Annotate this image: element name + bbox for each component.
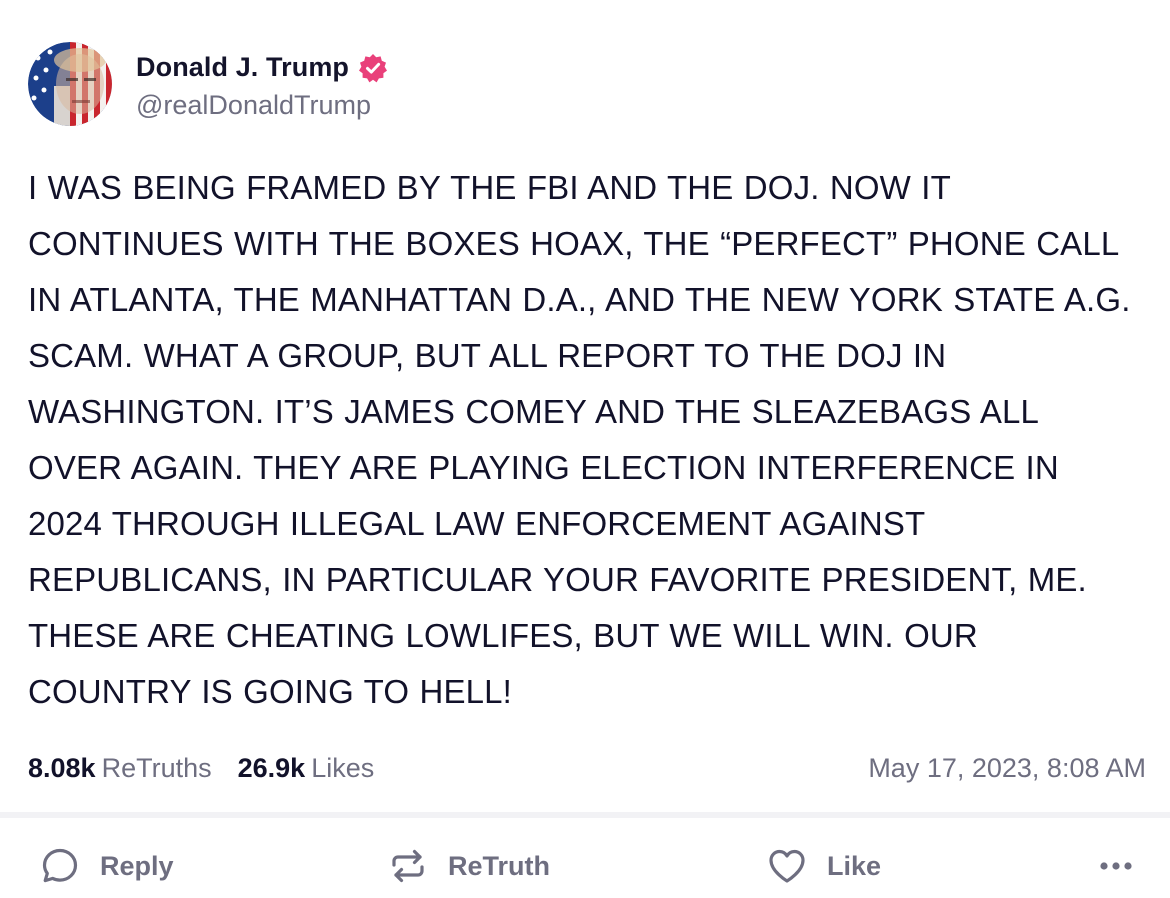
heart-icon [767, 846, 807, 886]
divider [0, 812, 1170, 818]
reply-label: Reply [100, 850, 174, 881]
more-options-button[interactable] [1096, 836, 1136, 896]
handle[interactable]: @realDonaldTrump [136, 90, 389, 121]
like-button[interactable]: Like [767, 836, 881, 896]
display-name-row: Donald J. Trump [136, 48, 389, 88]
reply-button[interactable]: Reply [40, 836, 174, 896]
retruths-label[interactable]: ReTruths [102, 753, 212, 784]
post-header: Donald J. Trump @realDonaldTrump [28, 42, 389, 126]
post-stats: 8.08k ReTruths 26.9k Likes [28, 748, 374, 788]
avatar[interactable] [28, 42, 112, 126]
truth-post: Donald J. Trump @realDonaldTrump I WAS B… [0, 0, 1170, 898]
avatar-image [28, 42, 112, 126]
post-text: I WAS BEING FRAMED BY THE FBI AND THE DO… [28, 169, 1131, 710]
verified-badge-icon [359, 53, 388, 82]
more-horizontal-icon [1096, 846, 1136, 886]
reply-icon [40, 846, 80, 886]
action-bar: Reply ReTruth Like [0, 836, 1170, 896]
retruth-label: ReTruth [448, 850, 551, 881]
retruth-button[interactable]: ReTruth [388, 836, 550, 896]
likes-count[interactable]: 26.9k [238, 753, 306, 784]
retruths-count[interactable]: 8.08k [28, 753, 96, 784]
likes-label[interactable]: Likes [311, 753, 374, 784]
author-names: Donald J. Trump @realDonaldTrump [136, 48, 389, 121]
like-label: Like [827, 850, 882, 881]
retruth-icon [388, 846, 428, 886]
display-name[interactable]: Donald J. Trump [136, 52, 349, 83]
post-timestamp[interactable]: May 17, 2023, 8:08 AM [868, 748, 1146, 788]
